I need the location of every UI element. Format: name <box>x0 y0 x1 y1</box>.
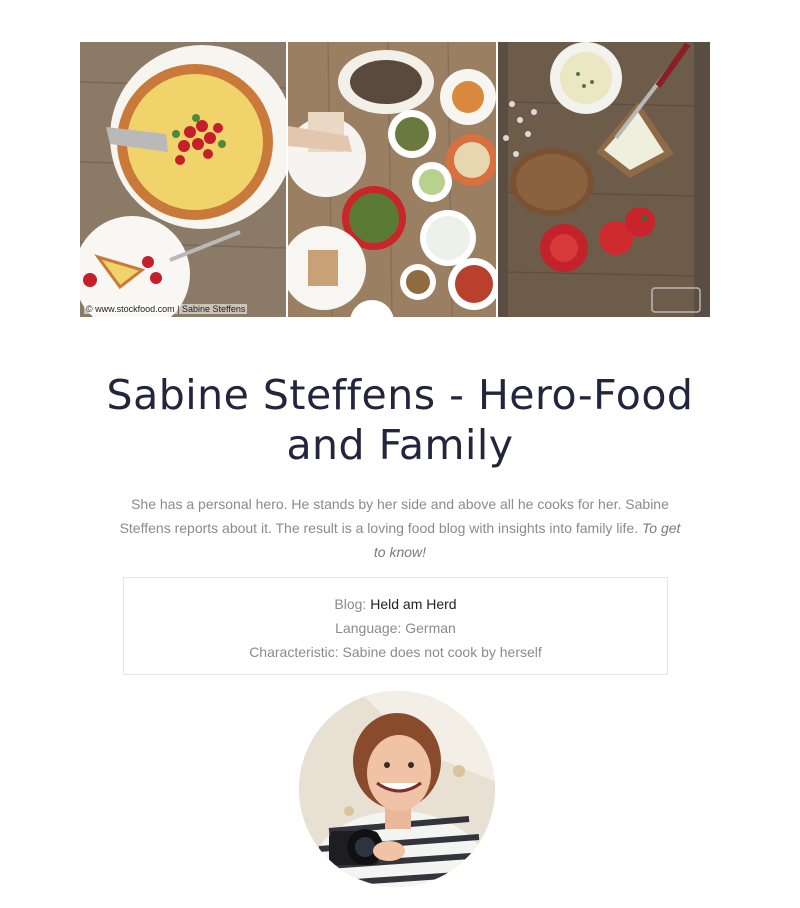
blog-row: Blog: Held am Herd <box>124 592 667 616</box>
author-portrait <box>299 691 495 887</box>
language-row: Language: German <box>124 616 667 640</box>
tart-photo: © www.stockfood.com | Sabine Steffens <box>80 42 286 317</box>
language-label: Language: <box>335 620 402 636</box>
table-spread-photo <box>288 42 496 317</box>
language-value: German <box>405 620 456 636</box>
bread-butter-photo <box>498 42 710 317</box>
blog-info-box: Blog: Held am Herd Language: German Char… <box>123 577 668 675</box>
photo-credit: © www.stockfood.com | Sabine Steffens <box>84 304 248 314</box>
article-intro: She has a personal hero. He stands by he… <box>118 492 682 564</box>
photo-collage: © www.stockfood.com | Sabine Steffens <box>80 42 710 317</box>
blog-name-link[interactable]: Held am Herd <box>370 596 456 612</box>
blog-label: Blog: <box>334 596 367 612</box>
characteristic-label: Characteristic: <box>249 644 339 660</box>
characteristic-value: Sabine does not cook by herself <box>342 644 542 660</box>
intro-text: She has a personal hero. He stands by he… <box>119 496 669 536</box>
characteristic-row: Characteristic: Sabine does not cook by … <box>124 640 667 664</box>
article-title: Sabine Steffens - Hero-Food and Family <box>106 371 694 469</box>
